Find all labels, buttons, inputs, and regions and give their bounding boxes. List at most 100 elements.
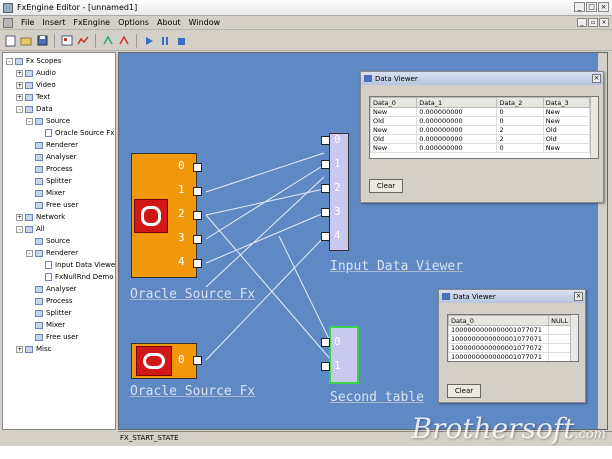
close-icon[interactable]: × xyxy=(592,74,601,83)
disconnect-icon[interactable] xyxy=(117,34,131,48)
expand-icon[interactable]: + xyxy=(16,93,23,101)
table-row[interactable]: New 0.000000000 2 Old xyxy=(370,125,591,135)
tree-item[interactable]: - All xyxy=(16,223,45,235)
tree-item[interactable]: Mixer xyxy=(26,187,65,199)
tree-item[interactable]: Free user xyxy=(26,331,78,343)
data-viewer-window-1[interactable]: Data Viewer × Data_0 Data_1 Data_2 Data_3 Ne… xyxy=(360,71,604,203)
data-viewer-titlebar[interactable]: Data Viewer xyxy=(439,290,585,303)
collapse-icon[interactable]: - xyxy=(6,57,13,65)
tree-item[interactable]: Free user xyxy=(26,199,78,211)
column-header[interactable]: Data_2 xyxy=(496,97,544,108)
tree-item[interactable]: + Audio xyxy=(16,67,56,79)
menu-insert[interactable]: Insert xyxy=(42,18,65,27)
tree-item[interactable]: Oracle Source Fx xyxy=(36,127,114,139)
table-row[interactable]: New 0.000000000 0 New xyxy=(370,107,591,117)
graph-icon[interactable] xyxy=(76,34,90,48)
input-port[interactable] xyxy=(321,232,330,241)
table-row[interactable]: Old 0.000000000 2 Old xyxy=(370,134,591,144)
menu-fxengine[interactable]: FxEngine xyxy=(73,18,110,27)
oracle-source-node-2[interactable] xyxy=(131,343,197,379)
output-port[interactable] xyxy=(193,356,202,365)
mdi-minimize-button[interactable]: _ xyxy=(577,18,587,27)
collapse-icon[interactable]: - xyxy=(16,225,23,233)
column-header[interactable]: Data_1 xyxy=(416,97,498,108)
menu-options[interactable]: Options xyxy=(118,18,149,27)
tree-item[interactable]: Analyser xyxy=(26,151,76,163)
input-port[interactable] xyxy=(321,362,330,371)
mdi-system-menu-icon[interactable] xyxy=(3,17,13,28)
close-icon[interactable]: × xyxy=(574,292,583,301)
data-viewer-titlebar[interactable]: Data Viewer xyxy=(361,72,603,85)
tree-item[interactable]: Renderer xyxy=(26,139,78,151)
column-header[interactable]: Data_0 xyxy=(370,97,418,108)
input-port[interactable] xyxy=(321,208,330,217)
tree-item[interactable]: + Network xyxy=(16,211,65,223)
maximize-button[interactable]: □ xyxy=(586,2,597,12)
tree-item[interactable]: Source xyxy=(26,235,70,247)
output-port[interactable] xyxy=(193,259,202,268)
table-row[interactable]: Old 0.000000000 0 New xyxy=(370,116,591,126)
clear-button[interactable]: Clear xyxy=(369,179,403,193)
tree-item[interactable]: Process xyxy=(26,163,73,175)
column-header[interactable]: Data_3 xyxy=(542,97,591,108)
tree-item[interactable]: - Renderer xyxy=(26,247,78,259)
table-row[interactable]: 1000000000000001077072 xyxy=(448,343,572,353)
input-port[interactable] xyxy=(321,338,330,347)
stop-icon[interactable] xyxy=(174,34,188,48)
expand-icon[interactable]: + xyxy=(16,69,23,77)
mdi-restore-button[interactable]: ▫ xyxy=(588,18,598,27)
tree-item[interactable]: Splitter xyxy=(26,175,71,187)
data-viewer-window-2[interactable]: Data Viewer × Data_0 NULL 1000000000000001… xyxy=(438,289,586,403)
input-port[interactable] xyxy=(321,184,330,193)
column-header[interactable]: NULL xyxy=(548,315,572,326)
tree-item[interactable]: Input Data Viewer xyxy=(36,259,115,271)
menu-window[interactable]: Window xyxy=(189,18,221,27)
new-icon[interactable] xyxy=(3,34,17,48)
tree-item[interactable]: Analyser xyxy=(26,283,76,295)
grid-scrollbar[interactable] xyxy=(570,315,578,361)
tree-item[interactable]: + Text xyxy=(16,91,50,103)
menu-about[interactable]: About xyxy=(157,18,181,27)
table-row[interactable]: New 0.000000000 0 New xyxy=(370,143,591,153)
expand-icon[interactable]: + xyxy=(16,81,23,89)
collapse-icon[interactable]: - xyxy=(26,117,33,125)
tree-item[interactable]: FxNullRnd Demo xyxy=(36,271,114,283)
minimize-button[interactable]: _ xyxy=(574,2,585,12)
collapse-icon[interactable]: - xyxy=(26,249,33,257)
table-row[interactable]: 1000000000000001077071 xyxy=(448,334,572,344)
menu-file[interactable]: File xyxy=(21,18,34,27)
tree-item[interactable]: - Data xyxy=(16,103,53,115)
output-port[interactable] xyxy=(193,187,202,196)
data-grid-2[interactable]: Data_0 NULL 1000000000000001077071 10000000… xyxy=(447,314,579,362)
data-grid-1[interactable]: Data_0 Data_1 Data_2 Data_3 New 0.000000000 0 N… xyxy=(369,96,599,159)
tree-item[interactable]: + Misc xyxy=(16,343,51,355)
tree-item[interactable]: Splitter xyxy=(26,307,71,319)
play-icon[interactable] xyxy=(142,34,156,48)
input-port[interactable] xyxy=(321,136,330,145)
input-port[interactable] xyxy=(321,160,330,169)
grid-scrollbar[interactable] xyxy=(590,97,598,158)
tree-item[interactable]: - Source xyxy=(26,115,70,127)
clear-button[interactable]: Clear xyxy=(447,384,481,398)
save-icon[interactable] xyxy=(35,34,49,48)
table-row[interactable]: 1000000000000001077071 xyxy=(448,352,572,361)
expand-icon[interactable]: + xyxy=(16,345,23,353)
expand-icon[interactable]: + xyxy=(16,213,23,221)
tree-item[interactable]: - Fx Scopes xyxy=(6,55,61,67)
collapse-icon[interactable]: - xyxy=(16,105,23,113)
tree-item[interactable]: Mixer xyxy=(26,319,65,331)
close-button[interactable]: × xyxy=(598,2,609,12)
scope-icon[interactable] xyxy=(60,34,74,48)
oracle-source-node-1[interactable] xyxy=(131,153,197,278)
mdi-close-button[interactable]: × xyxy=(599,18,609,27)
table-row[interactable]: 1000000000000001077071 xyxy=(448,325,572,335)
tree-item[interactable]: + Video xyxy=(16,79,56,91)
output-port[interactable] xyxy=(193,235,202,244)
pause-icon[interactable] xyxy=(158,34,172,48)
tree-item[interactable]: Process xyxy=(26,295,73,307)
open-icon[interactable] xyxy=(19,34,33,48)
connect-icon[interactable] xyxy=(101,34,115,48)
column-header[interactable]: Data_0 xyxy=(448,315,550,326)
output-port[interactable] xyxy=(193,163,202,172)
output-port[interactable] xyxy=(193,211,202,220)
